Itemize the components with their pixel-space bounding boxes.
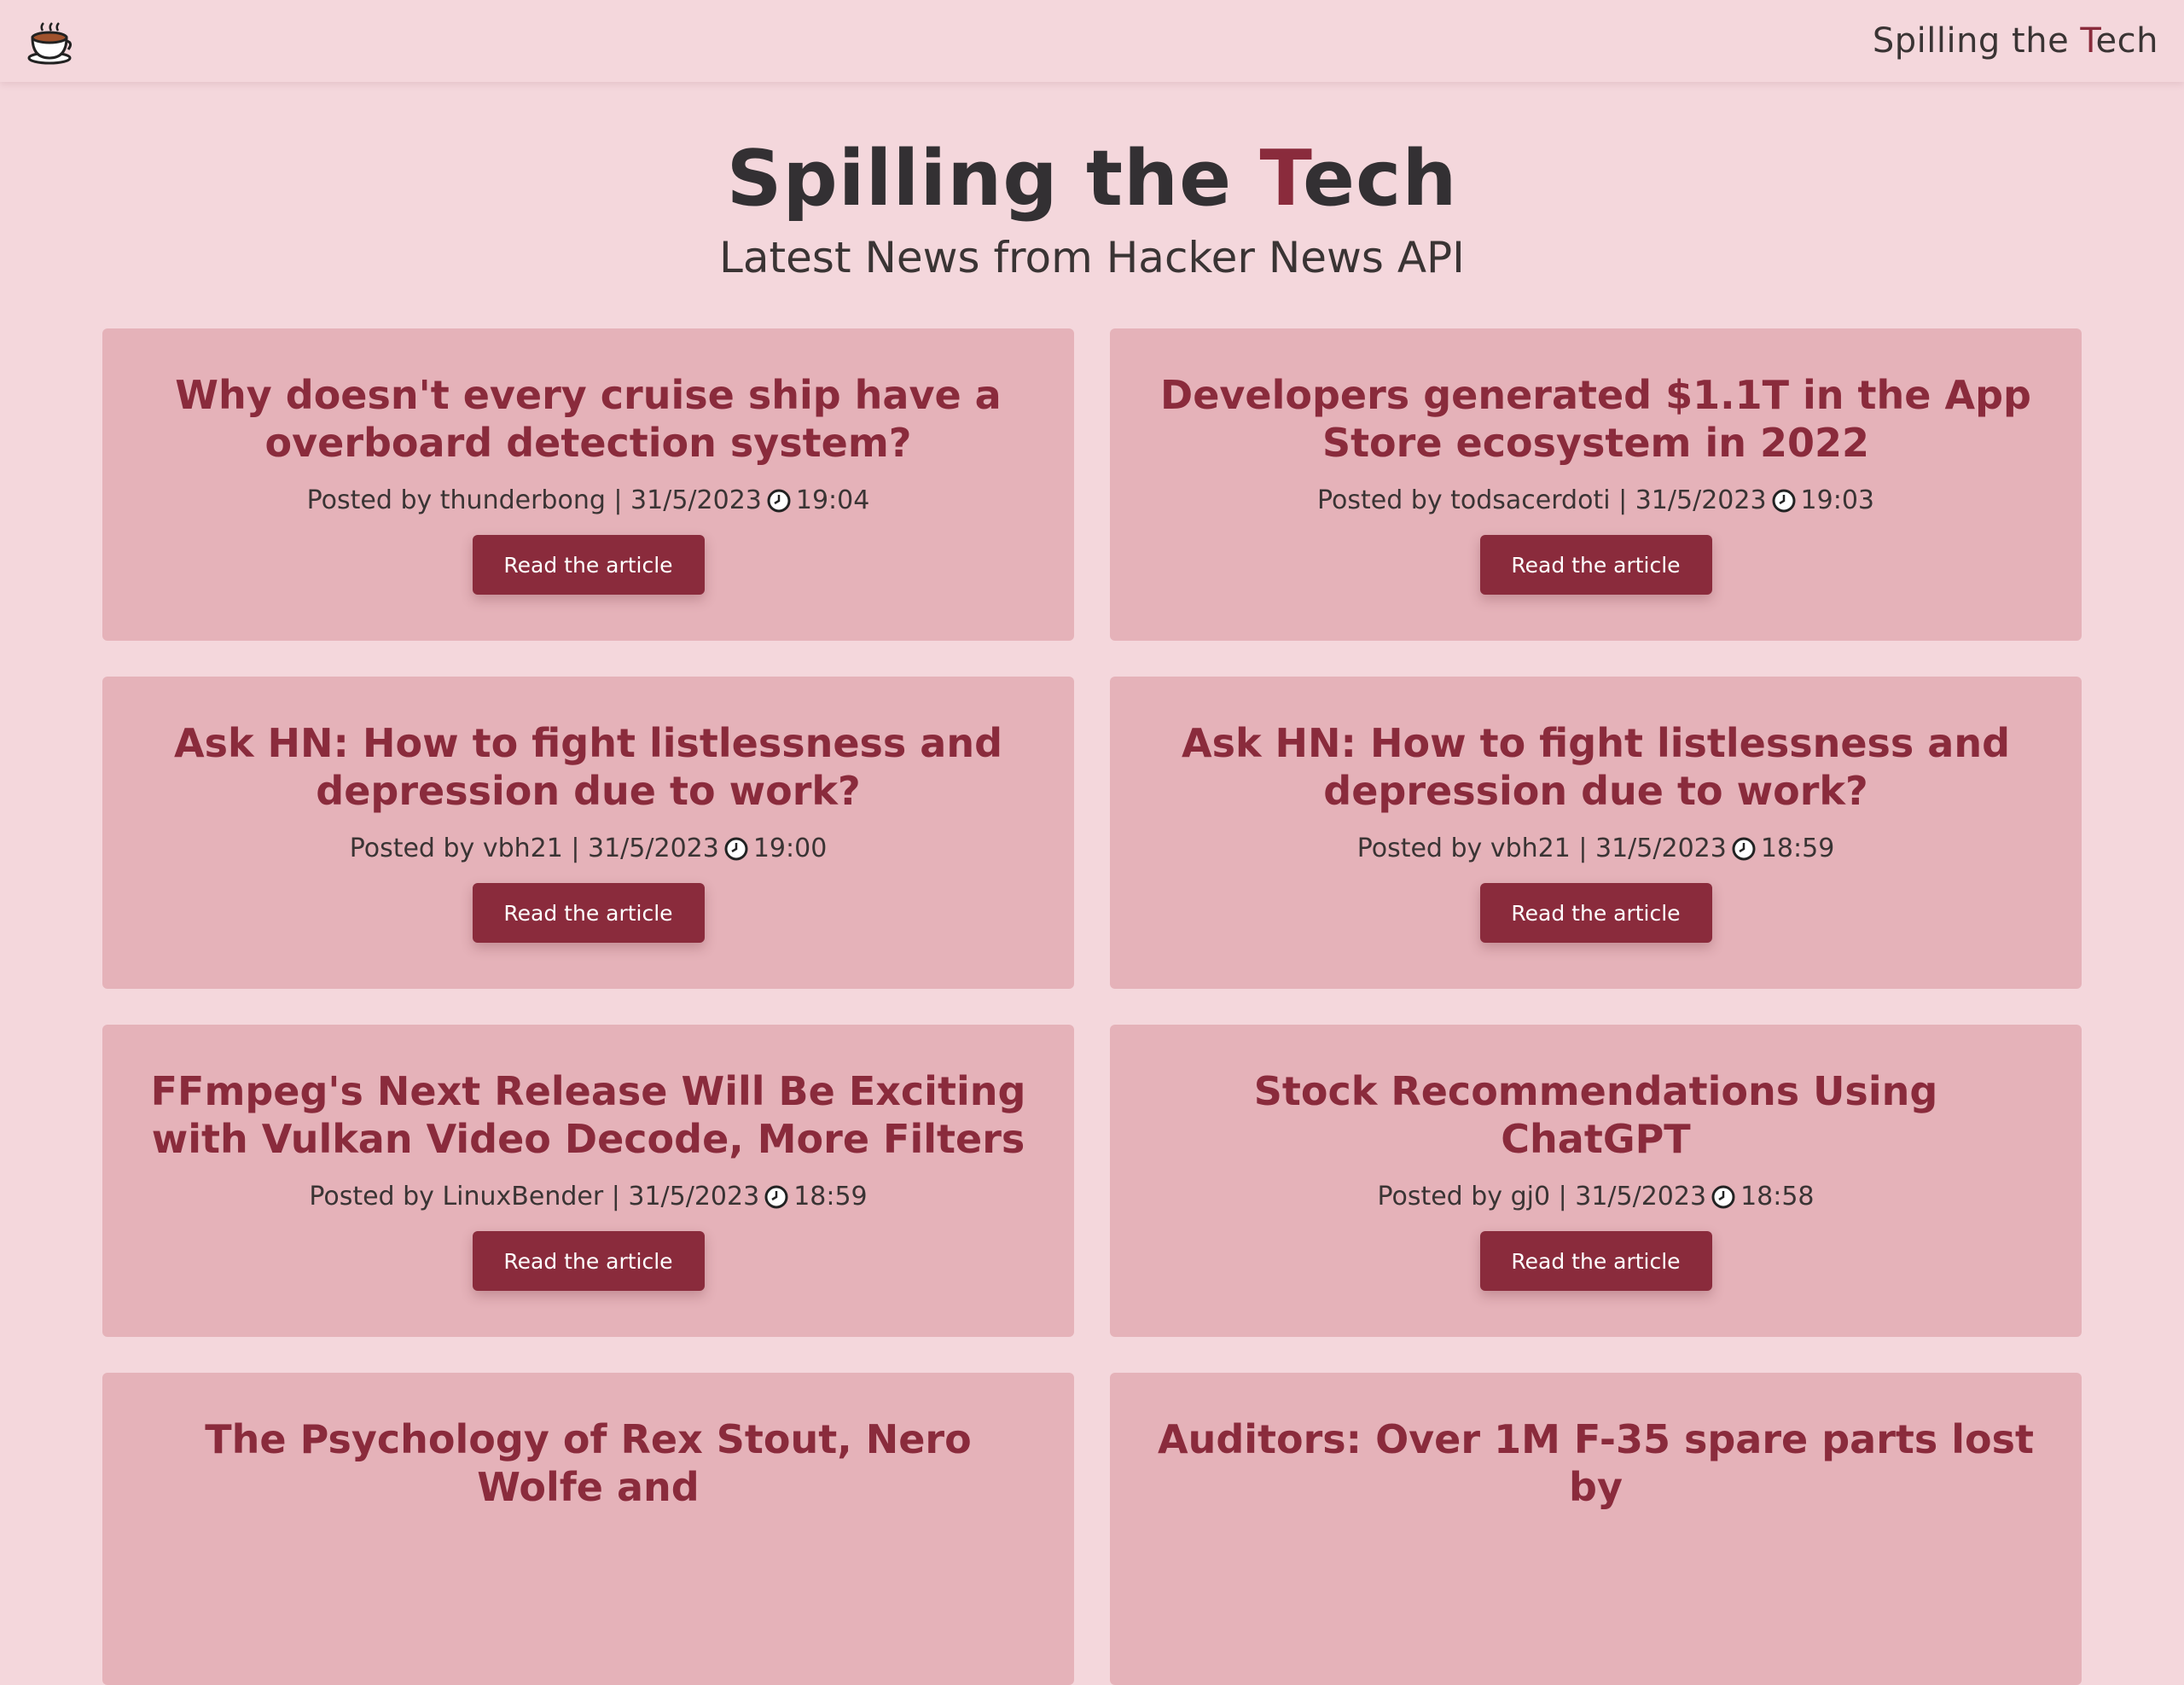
article-title[interactable]: Auditors: Over 1M F-35 spare parts lost … <box>1153 1415 2039 1511</box>
page-title: Spilling the Tech <box>0 128 2184 230</box>
article-time: 18:59 <box>1760 834 1835 863</box>
article-title[interactable]: Ask HN: How to fight listlessness and de… <box>145 719 1031 815</box>
read-article-button[interactable]: Read the article <box>1479 883 1712 943</box>
article-card: Stock Recommendations Using ChatGPT Poste… <box>1110 1025 2082 1337</box>
article-meta: Posted by todsacerdoti | 31/5/2023 19:03 <box>1153 484 2039 518</box>
article-time: 18:58 <box>1740 1182 1815 1211</box>
article-time: 18:59 <box>793 1182 868 1211</box>
article-title[interactable]: FFmpeg's Next Release Will Be Exciting w… <box>145 1067 1031 1163</box>
hero: Spilling the Tech Latest News from Hacke… <box>0 128 2184 285</box>
article-byline: Posted by vbh21 | 31/5/2023 <box>349 834 719 863</box>
page-title-accent: T <box>1259 134 1303 224</box>
read-article-button[interactable]: Read the article <box>472 883 705 943</box>
article-card: FFmpeg's Next Release Will Be Exciting w… <box>102 1025 1074 1337</box>
nav-brand-prefix: Spilling the <box>1872 21 2081 61</box>
article-time: 19:03 <box>1800 485 1875 515</box>
article-title[interactable]: Ask HN: How to fight listlessness and de… <box>1153 719 2039 815</box>
article-title[interactable]: The Psychology of Rex Stout, Nero Wolfe … <box>145 1415 1031 1511</box>
article-byline: Posted by thunderbong | 31/5/2023 <box>306 485 762 515</box>
article-card: Ask HN: How to fight listlessness and de… <box>102 677 1074 989</box>
read-article-button[interactable]: Read the article <box>1479 535 1712 595</box>
clock-icon <box>1732 837 1756 861</box>
article-meta: Posted by gj0 | 31/5/2023 18:58 <box>1153 1180 2039 1214</box>
read-article-button[interactable]: Read the article <box>472 1231 705 1291</box>
clock-icon <box>724 837 748 861</box>
article-grid: Why doesn't every cruise ship have a ove… <box>102 328 2082 1685</box>
nav-brand-accent: T <box>2080 21 2096 61</box>
article-byline: Posted by vbh21 | 31/5/2023 <box>1356 834 1727 863</box>
article-byline: Posted by todsacerdoti | 31/5/2023 <box>1316 485 1767 515</box>
article-card: Auditors: Over 1M F-35 spare parts lost … <box>1110 1373 2082 1685</box>
nav-brand[interactable]: Spilling the Tech <box>1873 19 2158 63</box>
navbar: Spilling the Tech <box>0 0 2184 82</box>
article-meta: Posted by vbh21 | 31/5/2023 18:59 <box>1153 832 2039 866</box>
article-title[interactable]: Stock Recommendations Using ChatGPT <box>1153 1067 2039 1163</box>
article-card: The Psychology of Rex Stout, Nero Wolfe … <box>102 1373 1074 1685</box>
article-meta: Posted by thunderbong | 31/5/2023 19:04 <box>145 484 1031 518</box>
clock-icon <box>764 1185 788 1209</box>
read-article-button[interactable]: Read the article <box>472 535 705 595</box>
article-title[interactable]: Why doesn't every cruise ship have a ove… <box>145 371 1031 467</box>
teacup-icon[interactable] <box>26 20 73 65</box>
article-card: Why doesn't every cruise ship have a ove… <box>102 328 1074 641</box>
article-meta: Posted by vbh21 | 31/5/2023 19:00 <box>145 832 1031 866</box>
clock-icon <box>767 489 791 513</box>
clock-icon <box>1772 489 1796 513</box>
page-title-prefix: Spilling the <box>726 134 1260 224</box>
article-byline: Posted by LinuxBender | 31/5/2023 <box>309 1182 760 1211</box>
article-byline: Posted by gj0 | 31/5/2023 <box>1377 1182 1707 1211</box>
read-article-button[interactable]: Read the article <box>1479 1231 1712 1291</box>
page-subtitle: Latest News from Hacker News API <box>719 233 1465 282</box>
article-time: 19:04 <box>795 485 870 515</box>
clock-icon <box>1711 1185 1735 1209</box>
article-time: 19:00 <box>752 834 828 863</box>
article-title[interactable]: Developers generated $1.1T in the App St… <box>1153 371 2039 467</box>
article-card: Ask HN: How to fight listlessness and de… <box>1110 677 2082 989</box>
article-card: Developers generated $1.1T in the App St… <box>1110 328 2082 641</box>
page-title-suffix: ech <box>1302 134 1458 224</box>
article-meta: Posted by LinuxBender | 31/5/2023 18:59 <box>145 1180 1031 1214</box>
nav-brand-suffix: ech <box>2095 21 2158 61</box>
